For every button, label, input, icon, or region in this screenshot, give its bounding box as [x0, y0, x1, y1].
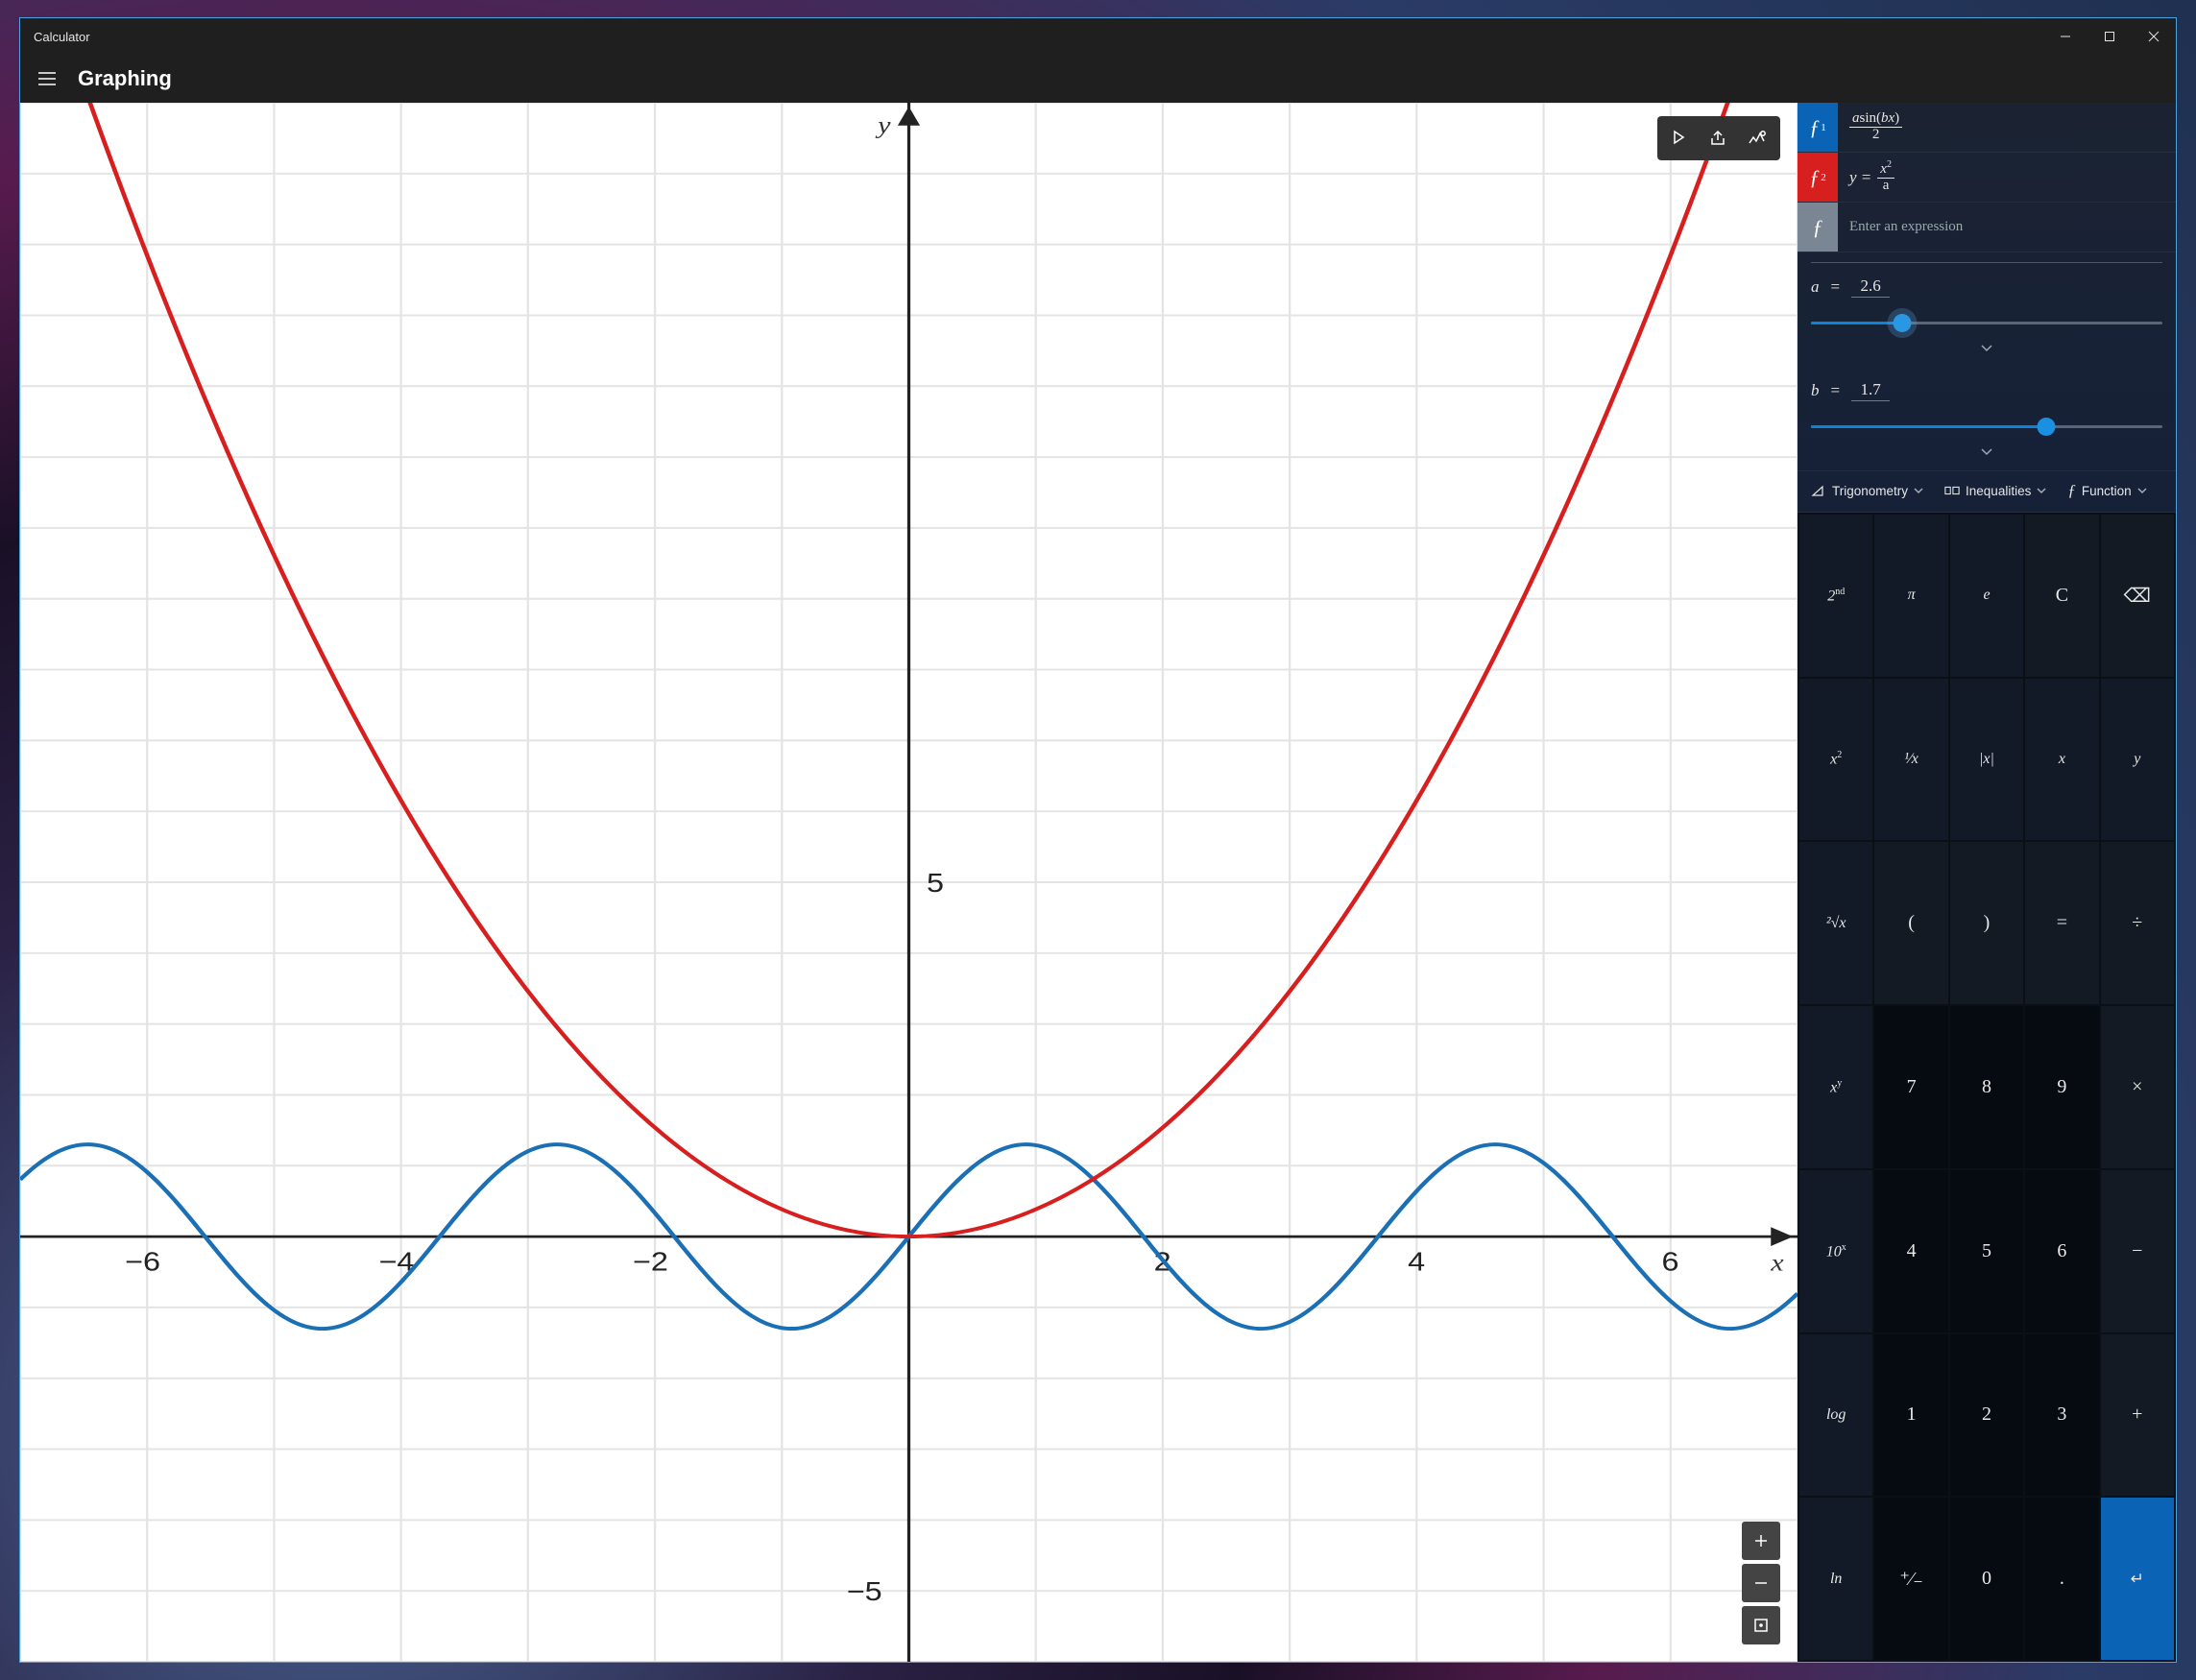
key-log[interactable]: log [1799, 1334, 1872, 1497]
window-controls [2043, 18, 2176, 55]
key-subtract[interactable]: − [2101, 1170, 2174, 1332]
key-enter[interactable]: ↵ [2101, 1498, 2174, 1660]
key-variable-x[interactable]: x [2025, 679, 2098, 841]
zoom-controls [1742, 1522, 1780, 1644]
svg-text:x: x [1770, 1250, 1784, 1277]
share-graph-button[interactable] [1701, 122, 1736, 155]
key-second-function[interactable]: 2nd [1799, 515, 1872, 677]
zoom-fit-button[interactable] [1742, 1606, 1780, 1644]
slider-b[interactable] [1811, 415, 2162, 440]
graph-toolbar [1657, 116, 1780, 160]
svg-text:5: 5 [927, 869, 944, 898]
close-button[interactable] [2132, 18, 2176, 55]
expand-a[interactable] [1811, 336, 2162, 365]
key-digit-3[interactable]: 3 [2025, 1334, 2098, 1497]
titlebar: Calculator [20, 18, 2176, 55]
function-f-icon: ƒ [2067, 481, 2076, 500]
key-digit-1[interactable]: 1 [1874, 1334, 1947, 1497]
svg-text:−6: −6 [125, 1248, 160, 1277]
equation-list: ƒ1asin(bx)2ƒ2y =x2aƒEnter an expression [1798, 103, 2176, 252]
equation-body-f2[interactable]: y =x2a [1838, 153, 2176, 202]
key-variable-y[interactable]: y [2101, 679, 2174, 841]
variable-name: a [1811, 277, 1820, 297]
equation-body-f1[interactable]: asin(bx)2 [1838, 103, 2176, 152]
key-multiply[interactable]: × [2101, 1006, 2174, 1168]
variable-sliders: a=2.6b=1.7 [1798, 263, 2176, 470]
graph-options-button[interactable] [1740, 122, 1774, 155]
window-title: Calculator [34, 30, 90, 44]
key-clear[interactable]: C [2025, 515, 2098, 677]
key-paren-open[interactable]: ( [1874, 842, 1947, 1004]
menu-button[interactable] [26, 58, 68, 100]
key-decimal-point[interactable]: . [2025, 1498, 2098, 1660]
key-equals-op[interactable]: = [2025, 842, 2098, 1004]
equation-row-f2[interactable]: ƒ2y =x2a [1798, 153, 2176, 203]
slider-a[interactable] [1811, 311, 2162, 336]
content: yx−6−4−22465−5 [20, 103, 2176, 1662]
key-pi[interactable]: π [1874, 515, 1947, 677]
variable-b: b=1.7 [1798, 367, 2176, 470]
app-header: Graphing [20, 55, 2176, 103]
key-power[interactable]: xy [1799, 1006, 1872, 1168]
app-window: Calculator Graphing yx−6−4−22465−5 [19, 17, 2177, 1663]
trigonometry-menu[interactable]: Trigonometry [1809, 477, 1925, 504]
inequalities-menu[interactable]: Inequalities [1943, 477, 2048, 504]
key-digit-2[interactable]: 2 [1950, 1334, 2023, 1497]
variable-name: b [1811, 381, 1820, 400]
key-backspace[interactable]: ⌫ [2101, 515, 2174, 677]
key-digit-9[interactable]: 9 [2025, 1006, 2098, 1168]
variable-a: a=2.6 [1798, 263, 2176, 367]
key-reciprocal[interactable]: ¹⁄x [1874, 679, 1947, 841]
equation-row-f1[interactable]: ƒ1asin(bx)2 [1798, 103, 2176, 153]
key-digit-0[interactable]: 0 [1950, 1498, 2023, 1660]
key-digit-5[interactable]: 5 [1950, 1170, 2023, 1332]
category-row: Trigonometry Inequalities ƒ Function [1798, 470, 2176, 513]
svg-text:4: 4 [1408, 1248, 1425, 1277]
graph-canvas[interactable]: yx−6−4−22465−5 [20, 103, 1798, 1662]
zoom-out-button[interactable] [1742, 1564, 1780, 1602]
minimize-button[interactable] [2043, 18, 2087, 55]
expand-b[interactable] [1811, 440, 2162, 468]
equation-color-new[interactable]: ƒ [1798, 203, 1838, 252]
key-digit-7[interactable]: 7 [1874, 1006, 1947, 1168]
key-divide[interactable]: ÷ [2101, 842, 2174, 1004]
side-panel: ƒ1asin(bx)2ƒ2y =x2aƒEnter an expression … [1798, 103, 2176, 1662]
variable-value-a[interactable]: 2.6 [1851, 276, 1890, 298]
key-euler-e[interactable]: e [1950, 515, 2023, 677]
equation-color-f1[interactable]: ƒ1 [1798, 103, 1838, 152]
key-paren-close[interactable]: ) [1950, 842, 2023, 1004]
svg-text:6: 6 [1662, 1248, 1679, 1277]
key-add[interactable]: + [2101, 1334, 2174, 1497]
key-negate[interactable]: ⁺⁄₋ [1874, 1498, 1947, 1660]
maximize-button[interactable] [2087, 18, 2132, 55]
variable-value-b[interactable]: 1.7 [1851, 380, 1890, 401]
function-menu[interactable]: ƒ Function [2065, 477, 2148, 504]
key-digit-6[interactable]: 6 [2025, 1170, 2098, 1332]
key-digit-4[interactable]: 4 [1874, 1170, 1947, 1332]
key-sqrt[interactable]: ²√x [1799, 842, 1872, 1004]
svg-text:y: y [875, 112, 891, 139]
key-ln[interactable]: ln [1799, 1498, 1872, 1660]
plot-svg: yx−6−4−22465−5 [20, 103, 1798, 1662]
svg-text:−5: −5 [847, 1577, 882, 1606]
key-digit-8[interactable]: 8 [1950, 1006, 2023, 1168]
key-absolute[interactable]: |x| [1950, 679, 2023, 841]
key-ten-power[interactable]: 10x [1799, 1170, 1872, 1332]
keypad: 2ndπeC⌫x2¹⁄x|x|xy²√x()=÷xy789×10x456−log… [1798, 513, 2176, 1662]
mode-title: Graphing [78, 66, 172, 91]
equation-body-new[interactable]: Enter an expression [1838, 203, 2176, 252]
equation-color-f2[interactable]: ƒ2 [1798, 153, 1838, 202]
equation-row-new[interactable]: ƒEnter an expression [1798, 203, 2176, 252]
key-square[interactable]: x2 [1799, 679, 1872, 841]
svg-text:−2: −2 [633, 1248, 668, 1277]
trace-tool-button[interactable] [1663, 122, 1698, 155]
zoom-in-button[interactable] [1742, 1522, 1780, 1560]
